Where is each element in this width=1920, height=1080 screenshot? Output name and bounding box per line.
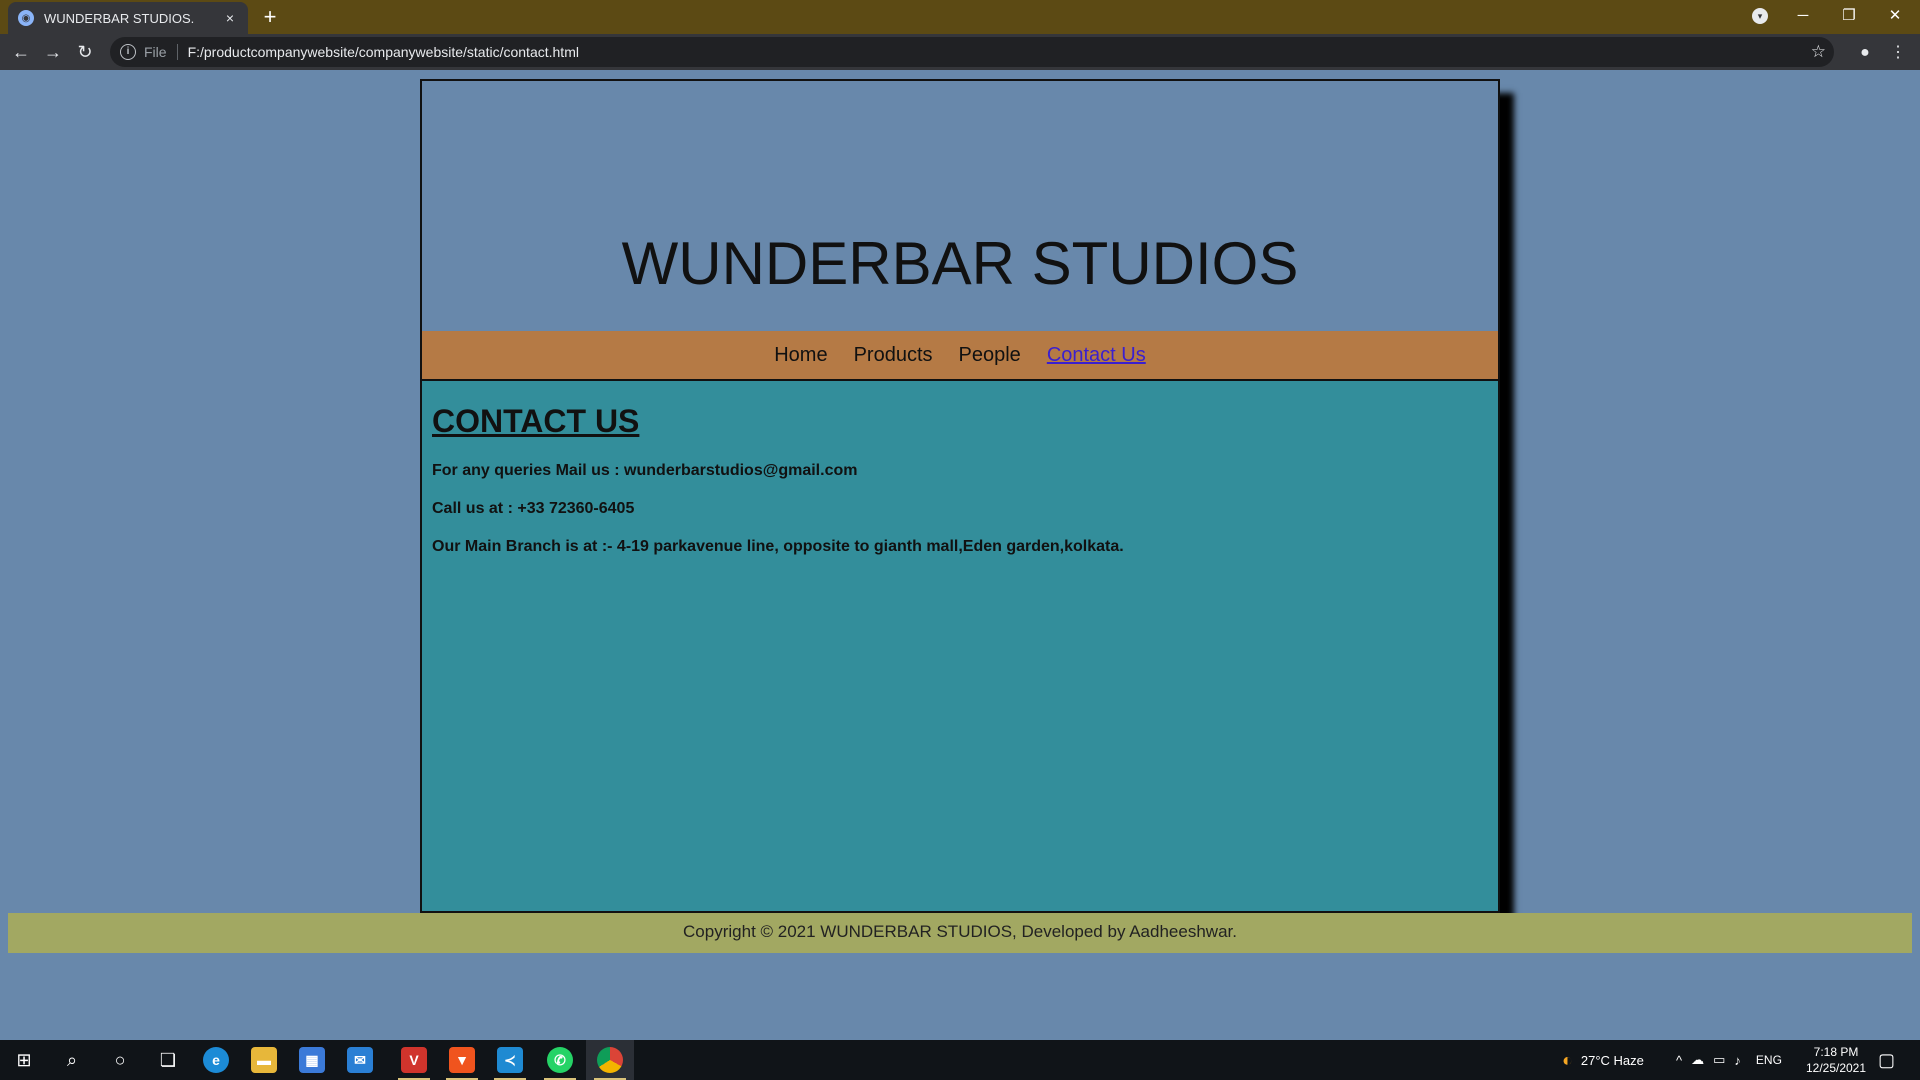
chrome-browser-icon[interactable] bbox=[586, 1040, 634, 1080]
browser-tab-strip: ◉ WUNDERBAR STUDIOS. × + ▾ ─ ❐ ✕ bbox=[0, 0, 1920, 34]
weather-sun-icon: ◐ bbox=[1562, 1049, 1573, 1070]
whatsapp-icon[interactable]: ✆ bbox=[536, 1040, 584, 1080]
edge-browser-icon[interactable]: e bbox=[192, 1040, 240, 1080]
tab-title: WUNDERBAR STUDIOS. bbox=[44, 10, 195, 26]
site-footer: Copyright © 2021 WUNDERBAR STUDIOS, Deve… bbox=[8, 913, 1912, 953]
bookmark-star-icon[interactable]: ☆ bbox=[1811, 42, 1826, 62]
site-favicon-icon: ◉ bbox=[18, 10, 34, 26]
minimize-icon[interactable]: ─ bbox=[1780, 0, 1826, 30]
restore-icon[interactable]: ❐ bbox=[1826, 0, 1872, 30]
url-scheme: File bbox=[144, 44, 178, 60]
taskbar-clock[interactable]: 7:18 PM 12/25/2021 bbox=[1796, 1044, 1876, 1076]
contact-phone: Call us at : +33 72360-6405 bbox=[432, 500, 635, 517]
volume-icon[interactable]: ♪ bbox=[1734, 1053, 1741, 1068]
reload-icon[interactable]: ↻ bbox=[73, 40, 97, 64]
system-tray: ^ ☁ ▭ ♪ ENG bbox=[1676, 1040, 1782, 1080]
nav-people-link[interactable]: People bbox=[959, 344, 1021, 367]
cortana-circle-icon[interactable]: ○ bbox=[96, 1040, 144, 1080]
tab-search-icon[interactable]: ▾ bbox=[1752, 8, 1768, 24]
forward-arrow-icon[interactable]: → bbox=[41, 40, 65, 64]
site-info-icon[interactable]: i bbox=[120, 44, 136, 60]
brave-browser-icon[interactable]: ▼ bbox=[438, 1040, 486, 1080]
contact-mail: For any queries Mail us : wunderbarstudi… bbox=[432, 462, 858, 479]
file-explorer-icon[interactable]: ▬ bbox=[240, 1040, 288, 1080]
vscode-icon[interactable]: ≺ bbox=[486, 1040, 534, 1080]
nav-contact-link[interactable]: Contact Us bbox=[1047, 344, 1146, 367]
back-arrow-icon[interactable]: ← bbox=[9, 40, 33, 64]
page-container: WUNDERBAR STUDIOS Home Products People C… bbox=[420, 79, 1500, 913]
microsoft-store-icon[interactable]: ▦ bbox=[288, 1040, 336, 1080]
close-window-icon[interactable]: ✕ bbox=[1872, 0, 1918, 30]
onedrive-icon[interactable]: ☁ bbox=[1691, 1052, 1704, 1068]
language-indicator[interactable]: ENG bbox=[1756, 1053, 1782, 1067]
address-bar[interactable]: i File F:/productcompanywebsite/companyw… bbox=[110, 37, 1834, 67]
profile-icon[interactable]: ● bbox=[1854, 42, 1876, 64]
tray-chevron-up-icon[interactable]: ^ bbox=[1676, 1053, 1682, 1068]
new-tab-button[interactable]: + bbox=[258, 5, 282, 29]
contact-address: Our Main Branch is at :- 4-19 parkavenue… bbox=[432, 538, 1124, 555]
site-title: WUNDERBAR STUDIOS bbox=[621, 230, 1299, 297]
nav-home-link[interactable]: Home bbox=[774, 344, 827, 367]
windows-taskbar: ⊞ ⌕ ○ ❏ e ▬ ▦ ✉ V ▼ ≺ ✆ ◐ 27°C Haze ^ ☁ … bbox=[0, 1040, 1920, 1080]
browser-toolbar: ← → ↻ i File F:/productcompanywebsite/co… bbox=[0, 34, 1920, 70]
clock-time: 7:18 PM bbox=[1813, 1045, 1859, 1059]
url-text[interactable]: F:/productcompanywebsite/companywebsite/… bbox=[188, 44, 579, 60]
nav-products-link[interactable]: Products bbox=[854, 344, 933, 367]
main-nav: Home Products People Contact Us bbox=[422, 331, 1498, 381]
clock-date: 12/25/2021 bbox=[1805, 1061, 1867, 1075]
mail-app-icon[interactable]: ✉ bbox=[336, 1040, 384, 1080]
vivaldi-app-icon[interactable]: V bbox=[390, 1040, 438, 1080]
weather-text: 27°C Haze bbox=[1580, 1052, 1644, 1068]
contact-content: CONTACT US For any queries Mail us : wun… bbox=[422, 381, 1498, 911]
kebab-menu-icon[interactable]: ⋮ bbox=[1887, 42, 1909, 64]
weather-widget[interactable]: ◐ 27°C Haze bbox=[1562, 1040, 1644, 1080]
contact-heading: CONTACT US bbox=[432, 403, 640, 439]
tab-close-icon[interactable]: × bbox=[222, 10, 238, 26]
task-view-icon[interactable]: ❏ bbox=[144, 1040, 192, 1080]
browser-tab[interactable]: ◉ WUNDERBAR STUDIOS. × bbox=[8, 2, 248, 34]
notification-icon[interactable]: ▢ bbox=[1878, 1040, 1895, 1080]
site-header: WUNDERBAR STUDIOS bbox=[422, 81, 1498, 331]
search-icon[interactable]: ⌕ bbox=[48, 1040, 96, 1080]
start-windows-icon[interactable]: ⊞ bbox=[0, 1040, 48, 1080]
network-icon[interactable]: ▭ bbox=[1713, 1052, 1725, 1068]
